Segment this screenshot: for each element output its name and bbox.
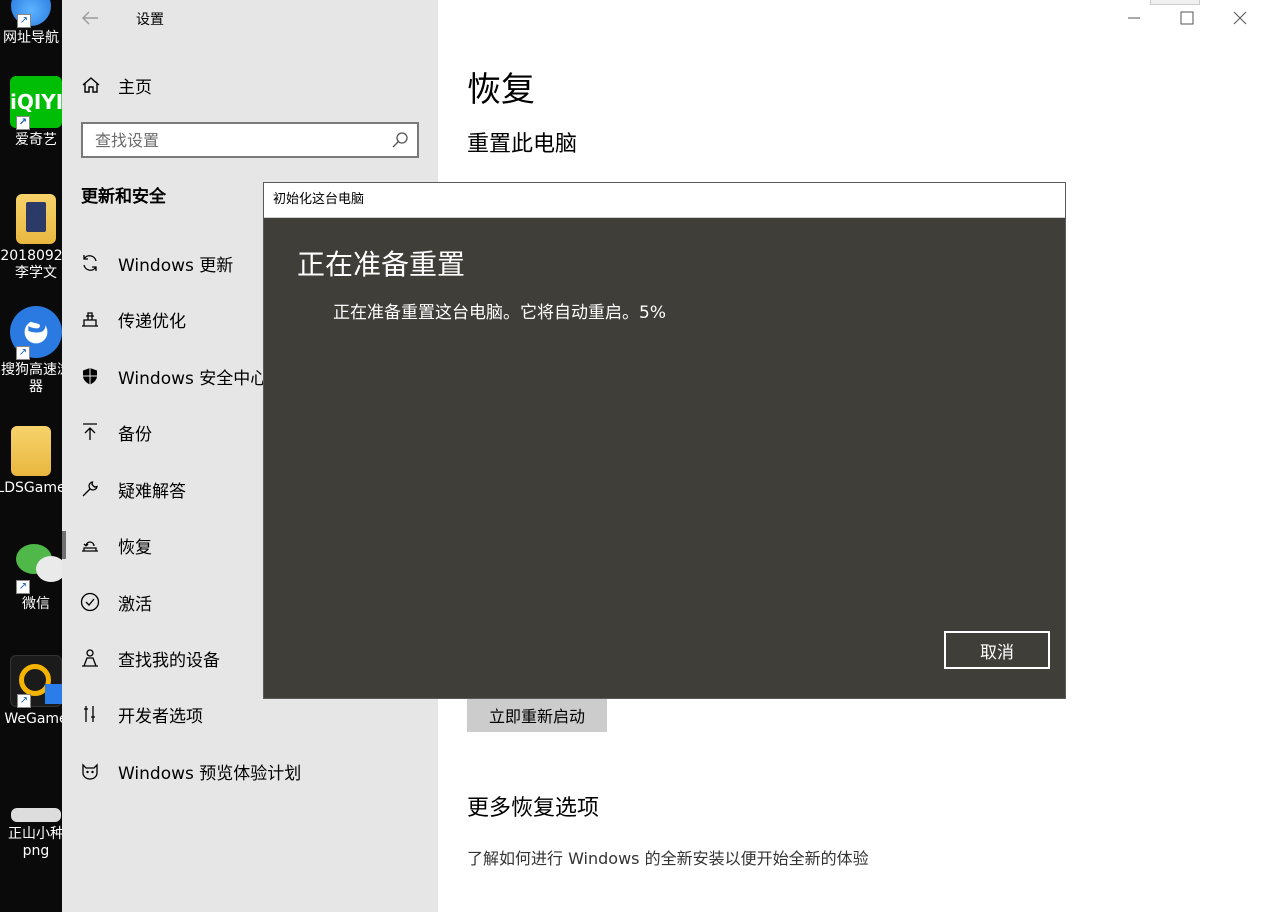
sidebar-item-windows-update[interactable]: Windows 更新 <box>80 249 233 277</box>
check-circle-icon <box>80 592 100 612</box>
image-thumbnail-icon <box>11 808 61 822</box>
dialog-title: 初始化这台电脑 <box>264 183 1065 218</box>
photoshop-file-icon <box>26 202 46 232</box>
dialog-progress-message: 正在准备重置这台电脑。它将自动重启。5% <box>333 303 666 323</box>
cancel-button[interactable]: 取消 <box>944 631 1050 669</box>
desktop-icon-wegame[interactable]: ↗ WeGame <box>0 655 62 728</box>
desktop-icon-png[interactable]: 正山小种 png <box>0 808 62 860</box>
folder-icon <box>11 426 51 476</box>
folder-icon <box>16 194 56 244</box>
shortcut-arrow-icon: ↗ <box>17 14 31 28</box>
search-input[interactable] <box>83 124 373 156</box>
nav-home-label: 主页 <box>118 77 152 98</box>
upload-arrow-icon <box>80 422 100 442</box>
sidebar-item-troubleshoot[interactable]: 疑难解答 <box>80 475 186 503</box>
page-title: 恢复 <box>467 70 535 110</box>
sync-icon <box>80 253 100 273</box>
wrench-icon <box>80 479 100 499</box>
reset-dialog: 初始化这台电脑 正在准备重置 正在准备重置这台电脑。它将自动重启。5% 取消 <box>263 182 1066 699</box>
tray-thumbnail <box>1150 0 1200 5</box>
sidebar-item-label: Windows 更新 <box>118 255 234 276</box>
sidebar-item-windows-insider[interactable]: Windows 预览体验计划 <box>80 757 301 785</box>
browser-icon: ↗ <box>11 0 51 28</box>
sidebar-item-label: 查找我的设备 <box>118 650 220 671</box>
sidebar-item-delivery-optimization[interactable]: 传递优化 <box>80 305 186 333</box>
nav-home[interactable]: 主页 <box>80 73 152 98</box>
home-icon <box>80 74 102 96</box>
desktop-icon-label: WeGame <box>4 711 62 727</box>
s-letter-icon: S <box>26 305 48 340</box>
sidebar-item-label: Windows 预览体验计划 <box>118 763 302 784</box>
shortcut-arrow-icon: ↗ <box>16 580 30 594</box>
sidebar-item-backup[interactable]: 备份 <box>80 418 152 446</box>
sidebar-item-activation[interactable]: 激活 <box>80 588 152 616</box>
desktop-icon-label: 李学文 <box>15 265 57 281</box>
sidebar-item-recovery[interactable]: 恢复 <box>80 531 152 559</box>
more-options-title: 更多恢复选项 <box>467 796 600 821</box>
desktop-icon-iqiyi[interactable]: iQIYI ↗ 爱奇艺 <box>0 76 62 149</box>
shortcut-arrow-icon: ↗ <box>17 694 31 708</box>
maximize-button[interactable] <box>1177 8 1197 28</box>
desktop-icon-label: png <box>22 843 50 859</box>
sidebar-item-label: 恢复 <box>118 537 152 558</box>
desktop-icon-wechat[interactable]: ↗ 微信 <box>0 540 62 613</box>
minimize-button[interactable] <box>1124 8 1144 28</box>
shortcut-arrow-icon: ↗ <box>16 116 30 130</box>
shortcut-arrow-icon: ↗ <box>16 346 30 360</box>
sidebar-item-label: Windows 安全中心 <box>118 368 268 389</box>
selected-indicator <box>62 531 66 559</box>
sidebar-item-label: 开发者选项 <box>118 706 203 727</box>
iqiyi-icon: iQIYI ↗ <box>10 76 62 130</box>
wechat-icon: ↗ <box>10 540 62 594</box>
sogou-browser-icon: S ↗ <box>10 305 62 360</box>
search-icon[interactable] <box>391 131 409 149</box>
person-location-icon <box>80 648 100 668</box>
maximize-icon <box>1180 11 1194 25</box>
desktop-icon-label: 器 <box>29 379 43 395</box>
sidebar-item-developer-options[interactable]: 开发者选项 <box>80 700 203 728</box>
desktop-icon-label: 网址导航 <box>3 30 59 46</box>
more-options-link[interactable]: 了解如何进行 Windows 的全新安装以便开始全新的体验 <box>467 845 869 869</box>
search-box <box>81 122 419 158</box>
desktop-icon-web-nav[interactable]: ↗ 网址导航 <box>0 0 62 47</box>
sidebar-item-label: 激活 <box>118 594 152 615</box>
reset-pc-title: 重置此电脑 <box>467 132 578 157</box>
desktop-icon-label: 爱奇艺 <box>15 132 57 148</box>
back-arrow-icon[interactable] <box>80 8 100 28</box>
desktop-icon-ldsgame[interactable]: LDSGame <box>0 426 62 497</box>
desktop-icon-label: 搜狗高速浏 <box>1 362 62 378</box>
minimize-icon <box>1128 17 1140 19</box>
window-title: 设置 <box>136 12 164 28</box>
restart-now-button[interactable]: 立即重新启动 <box>467 697 607 732</box>
recovery-icon <box>80 535 100 555</box>
desktop: ↗ 网址导航 iQIYI ↗ 爱奇艺 20180929 李学文 S ↗ 搜狗高速… <box>0 0 62 912</box>
desktop-icon-label: 20180929 <box>0 248 62 264</box>
insider-cat-icon <box>80 761 100 781</box>
section-title: 更新和安全 <box>81 187 166 207</box>
shield-icon <box>80 366 100 386</box>
desktop-icon-sogou-browser[interactable]: S ↗ 搜狗高速浏 器 <box>0 306 62 396</box>
uac-shield-icon <box>45 684 62 704</box>
sidebar-item-label: 传递优化 <box>118 311 186 332</box>
sidebar-item-find-my-device[interactable]: 查找我的设备 <box>80 644 220 672</box>
desktop-icon-label: LDSGame <box>0 480 62 496</box>
developer-icon <box>80 704 100 724</box>
sidebar-item-label: 疑难解答 <box>118 481 186 502</box>
close-icon <box>1233 11 1247 25</box>
dialog-heading: 正在准备重置 <box>297 248 466 281</box>
desktop-icon-label: 正山小种 <box>8 826 62 842</box>
sidebar-item-windows-security[interactable]: Windows 安全中心 <box>80 362 267 390</box>
desktop-icon-folder-2018[interactable]: 20180929 李学文 <box>0 194 62 282</box>
sidebar-item-label: 备份 <box>118 424 152 445</box>
close-button[interactable] <box>1230 8 1250 28</box>
delivery-icon <box>80 309 100 329</box>
wegame-icon: ↗ <box>10 655 62 708</box>
desktop-icon-label: 微信 <box>22 596 50 612</box>
